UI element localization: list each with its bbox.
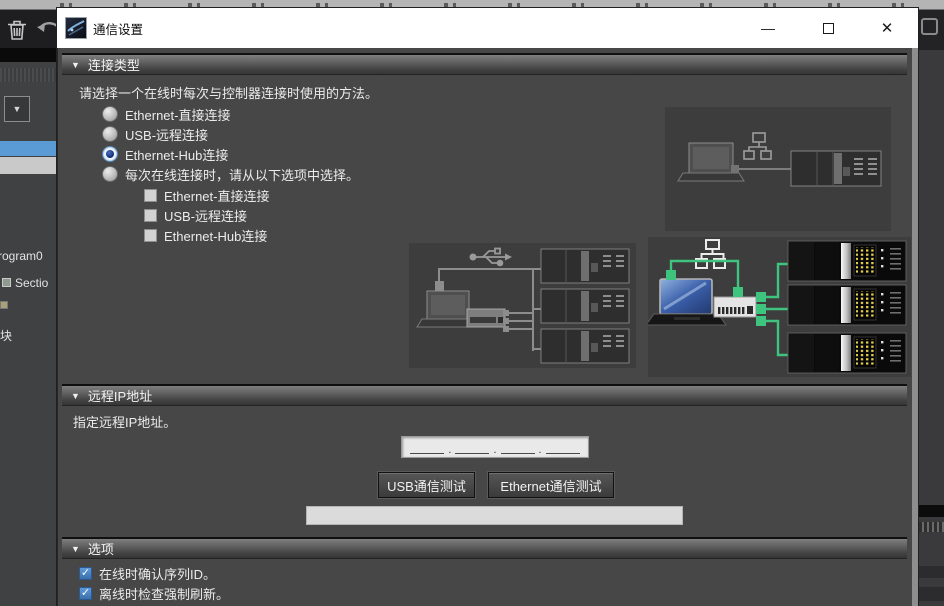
panel-divider	[917, 505, 944, 517]
panel-bar	[917, 566, 944, 578]
network-tree-icon	[744, 133, 771, 159]
dialog-app-icon	[65, 17, 87, 39]
row-highlight[interactable]	[0, 157, 57, 174]
panel-bar	[917, 587, 944, 601]
collapse-icon: ▼	[71, 391, 80, 401]
section-header-options[interactable]: ▼ 选项	[62, 537, 907, 559]
ip-separator: .	[448, 446, 451, 454]
checkbox-icon	[144, 209, 157, 222]
close-button[interactable]: ✕	[873, 14, 901, 42]
radio-ethernet-hub[interactable]: Ethernet-Hub连接	[102, 145, 228, 163]
background-app-left-panel: ▼ rogram0 Sectio 块	[0, 10, 57, 606]
ip-octet-1[interactable]	[410, 442, 444, 454]
section-title: 连接类型	[88, 55, 140, 74]
dropdown-button[interactable]: ▼	[4, 96, 30, 122]
diagram-usb-remote-inactive	[409, 243, 636, 368]
maximize-icon	[823, 23, 834, 34]
usb-hub-icon	[467, 309, 505, 327]
dialog-title: 通信设置	[93, 8, 143, 48]
radio-icon	[102, 166, 118, 182]
plc-rack-icon	[788, 241, 906, 373]
panel-divider	[0, 48, 57, 62]
radio-label: USB-远程连接	[125, 125, 208, 144]
ip-separator: .	[539, 446, 542, 454]
delete-icon[interactable]	[6, 18, 28, 42]
diagram-ethernet-hub-active	[648, 237, 911, 377]
section-header-remote-ip[interactable]: ▼ 远程IP地址	[62, 384, 907, 406]
dialog-titlebar[interactable]: 通信设置 — ✕	[57, 8, 918, 48]
section-title: 远程IP地址	[88, 386, 152, 405]
tree-item-icon	[0, 301, 8, 309]
collapse-icon: ▼	[71, 544, 80, 554]
radio-select-each-time[interactable]: 每次在线连接时，请从以下选项中选择。	[102, 165, 359, 183]
radio-label: Ethernet-直接连接	[125, 105, 230, 124]
checkbox-ethernet-direct[interactable]: Ethernet-直接连接	[144, 186, 269, 204]
laptop-icon	[678, 143, 744, 181]
collapse-icon: ▼	[71, 60, 80, 70]
toolbar	[0, 10, 57, 48]
minimize-button[interactable]: —	[754, 14, 782, 42]
tree-item-section[interactable]: Sectio	[15, 276, 48, 290]
checkbox-usb-remote[interactable]: USB-远程连接	[144, 206, 247, 224]
usb-icon	[470, 249, 512, 266]
radio-icon	[102, 146, 118, 162]
radio-label: Ethernet-Hub连接	[125, 145, 228, 164]
background-app-right-panel	[917, 10, 944, 606]
tree-item-block[interactable]: 块	[0, 327, 12, 344]
plc-rack-icon	[791, 151, 881, 186]
checkbox-check-forced-refresh[interactable]: 离线时检查强制刷新。	[79, 584, 229, 602]
panel-texture	[0, 68, 57, 82]
ip-octet-3[interactable]	[501, 442, 535, 454]
radio-label: 每次在线连接时，请从以下选项中选择。	[125, 165, 359, 184]
network-tree-icon	[696, 240, 725, 268]
radio-ethernet-direct[interactable]: Ethernet-直接连接	[102, 105, 230, 123]
checkbox-label: Ethernet-直接连接	[164, 186, 269, 205]
connection-instruction: 请选择一个在线时每次与控制器连接时使用的方法。	[79, 83, 378, 102]
dialog-body: ▼ 连接类型 请选择一个在线时每次与控制器连接时使用的方法。 Ethernet-…	[57, 48, 918, 606]
chevron-down-icon: ▼	[13, 104, 22, 114]
panel-texture	[917, 522, 944, 532]
toolbar-right	[917, 10, 944, 50]
ip-octet-2[interactable]	[455, 442, 489, 454]
checkbox-confirm-serial-id[interactable]: 在线时确认序列ID。	[79, 564, 216, 582]
ip-octet-4[interactable]	[546, 442, 580, 454]
selected-row-highlight[interactable]	[0, 141, 57, 156]
checkbox-label: 在线时确认序列ID。	[99, 564, 216, 583]
radio-icon	[102, 126, 118, 142]
usb-test-button[interactable]: USB通信测试	[378, 472, 475, 498]
checkbox-icon	[144, 229, 157, 242]
undo-icon[interactable]	[36, 19, 57, 41]
checkbox-label: Ethernet-Hub连接	[164, 226, 267, 245]
section-title: 选项	[88, 539, 114, 558]
tree-item-program[interactable]: rogram0	[0, 249, 43, 263]
section-header-connection-type[interactable]: ▼ 连接类型	[62, 53, 907, 75]
checkbox-ethernet-hub[interactable]: Ethernet-Hub连接	[144, 226, 267, 244]
plc-rack-icon	[541, 249, 629, 363]
maximize-button[interactable]	[814, 14, 842, 42]
checkbox-label: USB-远程连接	[164, 206, 247, 225]
checkbox-icon	[144, 189, 157, 202]
communication-settings-dialog: 通信设置 — ✕ ▼ 连接类型 请选择一个在线时每次与控制器连接时使用的方法。 …	[57, 8, 918, 606]
checkbox-label: 离线时检查强制刷新。	[99, 584, 229, 603]
radio-icon	[102, 106, 118, 122]
checkbox-icon	[79, 587, 92, 600]
test-result-field	[306, 506, 683, 525]
remote-ip-instruction: 指定远程IP地址。	[73, 412, 176, 431]
remote-ip-input[interactable]: . . .	[401, 436, 589, 458]
diagram-ethernet-direct-inactive	[665, 107, 891, 231]
ip-separator: .	[493, 446, 496, 454]
checkbox-icon	[79, 567, 92, 580]
screen: ▼ rogram0 Sectio 块 通信设置	[0, 0, 944, 606]
ethernet-hub-icon	[714, 297, 756, 317]
section-icon	[2, 278, 11, 287]
radio-usb-remote[interactable]: USB-远程连接	[102, 125, 208, 143]
ethernet-test-button[interactable]: Ethernet通信测试	[488, 472, 614, 498]
window-layout-icon[interactable]	[921, 18, 938, 35]
